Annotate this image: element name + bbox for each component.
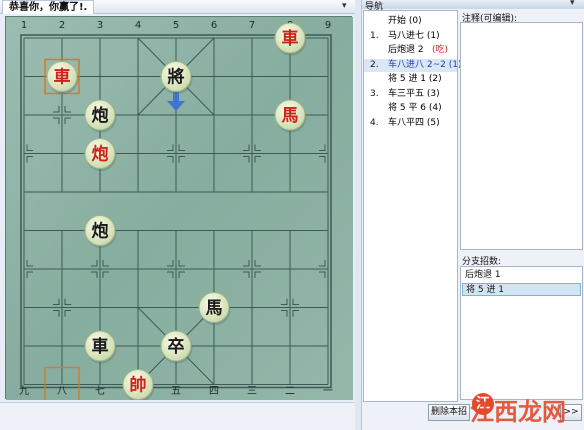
move-number: 3. bbox=[370, 88, 379, 99]
top-file-label: 6 bbox=[211, 20, 217, 31]
side-panel: 导航 ▾ 开始 (0) 1. 马八进七 (1) 后炮退 2 (吃) 2. 车八进八 2~2 … bbox=[361, 0, 584, 430]
chessboard[interactable]: 123456789九八七六五四三二一 車車將炮馬炮炮馬車卒帥 bbox=[5, 16, 353, 403]
move-list-item[interactable]: 将 5 进 1 (2) bbox=[364, 73, 457, 86]
piece-char: 炮 bbox=[92, 105, 109, 126]
board-svg[interactable]: 123456789九八七六五四三二一 車車將炮馬炮炮馬車卒帥 bbox=[6, 17, 353, 403]
top-file-label: 1 bbox=[21, 20, 27, 31]
move-text: 将 5 进 1 (2) bbox=[388, 74, 442, 84]
piece-char: 車 bbox=[92, 336, 109, 357]
notes-textarea[interactable] bbox=[460, 22, 583, 250]
piece-char: 馬 bbox=[206, 299, 223, 319]
watermark-text: 江西龙网 bbox=[470, 397, 566, 426]
move-list-item[interactable]: 3. 车三平五 (3) bbox=[364, 88, 457, 101]
variations-list[interactable]: 后炮退 1将 5 进 1 bbox=[460, 266, 583, 400]
piece-char: 車 bbox=[282, 28, 299, 49]
bottom-file-label: 四 bbox=[209, 386, 219, 397]
top-file-label: 9 bbox=[325, 20, 331, 31]
bottom-file-label: 二 bbox=[285, 386, 295, 397]
piece-char: 炮 bbox=[92, 144, 109, 165]
bottom-file-label: 一 bbox=[323, 386, 333, 397]
top-file-label: 3 bbox=[97, 20, 103, 31]
move-list-item[interactable]: 后炮退 2 (吃) bbox=[364, 44, 457, 57]
piece-char: 卒 bbox=[168, 336, 185, 357]
move-text: 将 5 平 6 (4) bbox=[388, 103, 442, 113]
bottom-file-label: 九 bbox=[19, 385, 29, 397]
delete-move-button[interactable]: 删除本招 bbox=[428, 404, 470, 421]
panel-menu-icon[interactable]: ▾ bbox=[342, 1, 347, 11]
top-file-label: 2 bbox=[59, 20, 65, 31]
bottom-file-label: 五 bbox=[171, 386, 181, 397]
game-panel: 恭喜你，你赢了!. ▾ 123456789九八七六五四三二一 車車將炮馬炮炮馬車… bbox=[0, 0, 355, 430]
variation-item[interactable]: 将 5 进 1 bbox=[462, 283, 581, 296]
move-text: 后炮退 2 bbox=[388, 45, 424, 55]
variation-item[interactable]: 后炮退 1 bbox=[462, 269, 581, 282]
move-number: 1. bbox=[370, 30, 379, 41]
bottom-file-label: 三 bbox=[247, 386, 257, 397]
game-status-tab[interactable]: 恭喜你，你赢了!. bbox=[2, 0, 95, 14]
bottom-file-label: 八 bbox=[57, 386, 67, 397]
bottom-file-label: 七 bbox=[95, 385, 105, 397]
move-list-item[interactable]: 将 5 平 6 (4) bbox=[364, 102, 457, 115]
button-row: 删除本招 >> 江 江西龙网 bbox=[362, 393, 584, 430]
left-footer bbox=[0, 402, 355, 430]
move-text: 马八进七 (1) bbox=[388, 30, 440, 41]
move-list-item[interactable]: 1. 马八进七 (1) bbox=[364, 30, 457, 43]
move-list[interactable]: 开始 (0) 1. 马八进七 (1) 后炮退 2 (吃) 2. 车八进八 2~2 (1) 将 … bbox=[363, 10, 461, 402]
move-number: 2. bbox=[370, 59, 379, 70]
piece-char: 帥 bbox=[130, 375, 147, 396]
capture-marker: (吃) bbox=[432, 45, 449, 55]
top-file-label: 7 bbox=[249, 20, 255, 31]
move-list-item[interactable]: 开始 (0) bbox=[364, 15, 457, 28]
piece-char: 將 bbox=[168, 67, 185, 88]
top-file-label: 5 bbox=[173, 20, 179, 31]
move-list-item[interactable]: 2. 车八进八 2~2 (1) bbox=[364, 58, 461, 72]
game-panel-header: 恭喜你，你赢了!. ▾ bbox=[0, 0, 355, 14]
piece-char: 馬 bbox=[282, 106, 299, 126]
move-number: 4. bbox=[370, 117, 379, 128]
move-text: 开始 (0) bbox=[388, 16, 422, 26]
nav-menu-icon[interactable]: ▾ bbox=[570, 0, 575, 8]
piece-char: 車 bbox=[54, 67, 71, 88]
nav-header: 导航 ▾ bbox=[362, 0, 584, 12]
move-text: 车八进八 2~2 (1) bbox=[388, 59, 462, 70]
top-file-label: 4 bbox=[135, 20, 141, 31]
move-text: 车八平四 (5) bbox=[388, 117, 440, 128]
piece-char: 炮 bbox=[92, 221, 109, 242]
move-list-item[interactable]: 4. 车八平四 (5) bbox=[364, 117, 457, 130]
move-text: 车三平五 (3) bbox=[388, 88, 440, 99]
